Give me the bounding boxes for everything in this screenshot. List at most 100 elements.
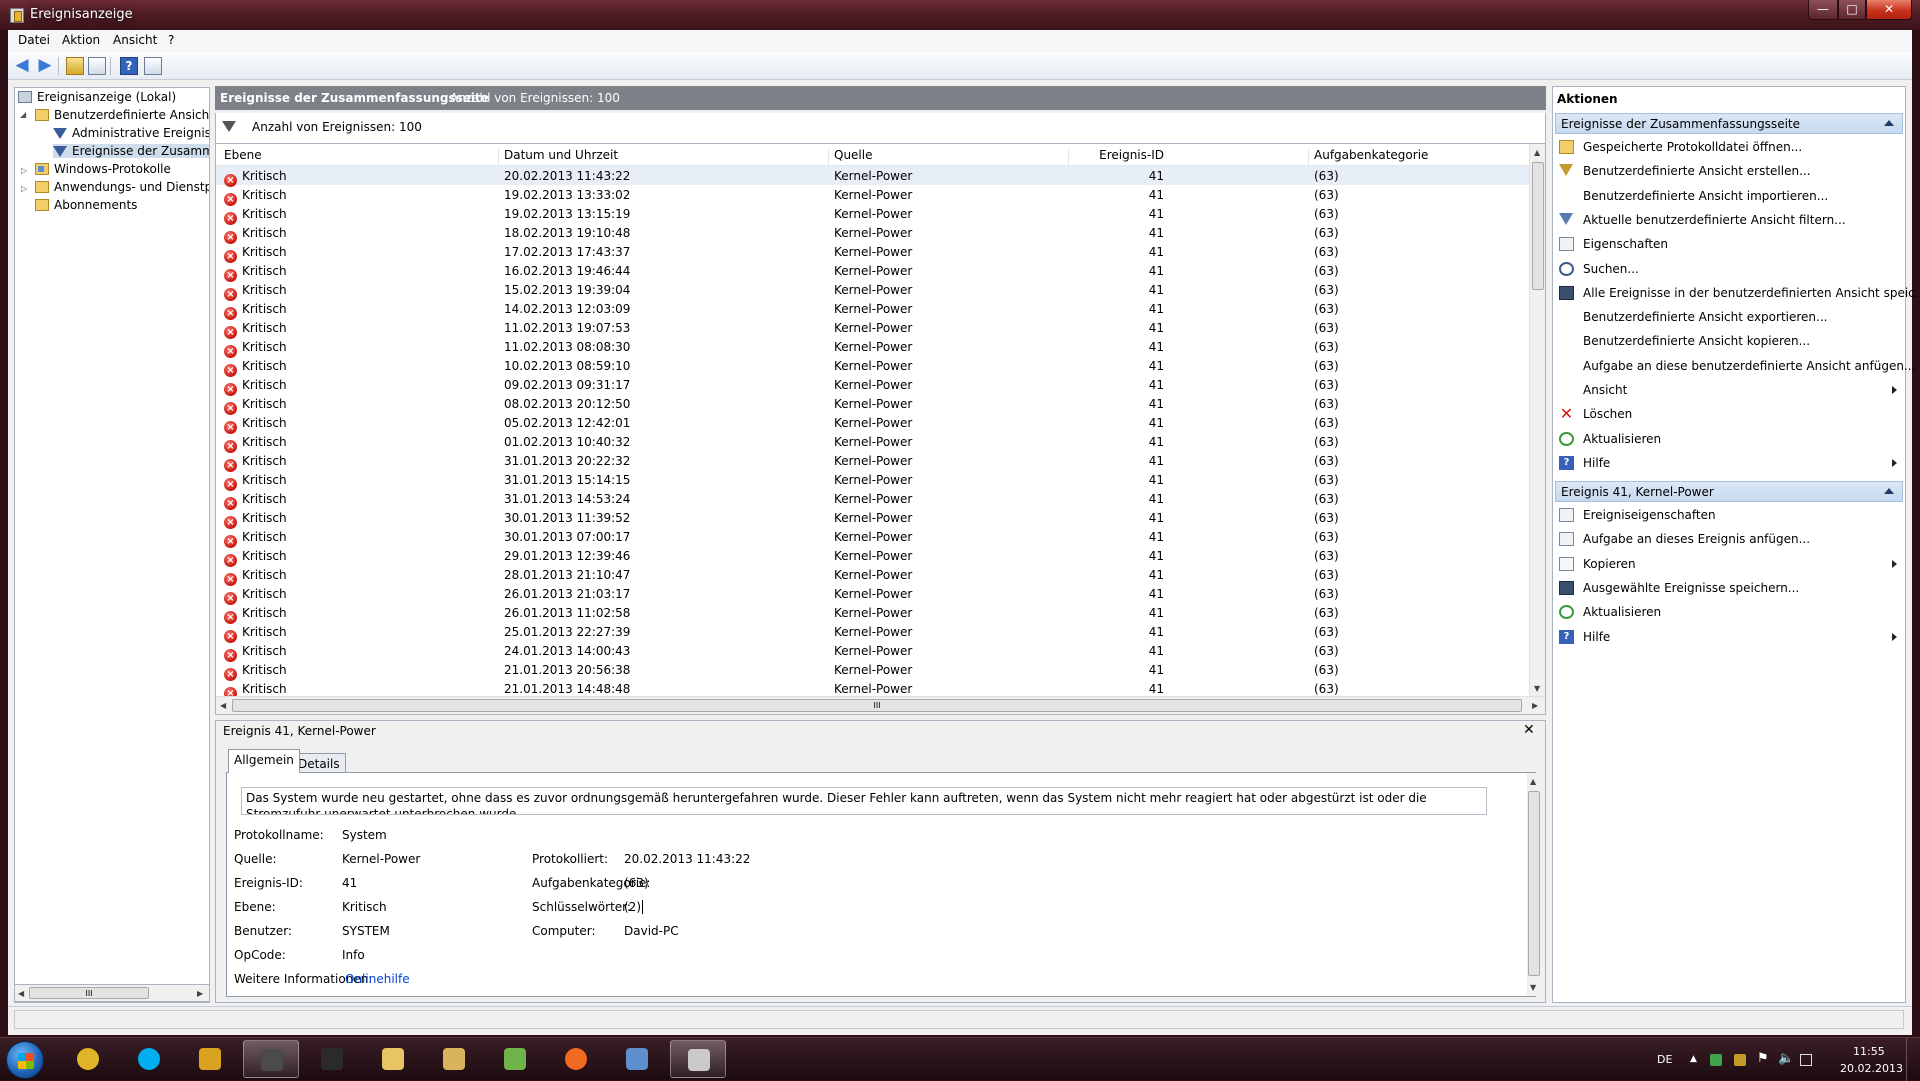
action-item[interactable]: Aktuelle benutzerdefinierte Ansicht filt… <box>1557 210 1901 230</box>
tree-horizontal-scrollbar[interactable]: ◀ III ▶ <box>14 984 210 1002</box>
tree-item-app-logs[interactable]: Anwendungs- und Dienstprotokolle <box>35 180 209 194</box>
table-row[interactable]: × Kritisch 31.01.2013 14:53:24 Kernel-Power… <box>216 489 1529 510</box>
scroll-right-icon[interactable]: ▶ <box>1532 701 1538 710</box>
scroll-left-icon[interactable]: ◀ <box>220 701 226 710</box>
action-item[interactable]: Benutzerdefinierte Ansicht importieren..… <box>1557 186 1901 206</box>
event-description[interactable]: Das System wurde neu gestartet, ohne das… <box>241 787 1487 815</box>
table-row[interactable]: × Kritisch 10.02.2013 08:59:10 Kernel-Power… <box>216 356 1529 377</box>
detail-vertical-scrollbar[interactable]: ▲ ▼ <box>1527 773 1541 996</box>
action-item[interactable]: Aktualisieren <box>1557 602 1901 622</box>
collapse-icon[interactable] <box>1884 120 1894 126</box>
column-header-date[interactable]: Datum und Uhrzeit <box>504 148 618 162</box>
event-list-vertical-scrollbar[interactable]: ▲ ▼ <box>1529 144 1545 696</box>
value-opcode[interactable]: Info <box>342 948 365 962</box>
action-item[interactable]: Benutzerdefinierte Ansicht erstellen... <box>1557 161 1901 181</box>
table-row[interactable]: × Kritisch 19.02.2013 13:15:19 Kernel-Power… <box>216 204 1529 225</box>
clock-date[interactable]: 20.02.2013 <box>1840 1062 1903 1075</box>
tree-item-admin-events[interactable]: Administrative Ereignisse <box>53 126 209 140</box>
table-row[interactable]: × Kritisch 05.02.2013 12:42:01 Kernel-Power… <box>216 413 1529 434</box>
table-row[interactable]: × Kritisch 15.02.2013 19:39:04 Kernel-Power… <box>216 280 1529 301</box>
online-help-link[interactable]: Onlinehilfe <box>345 972 410 986</box>
table-row[interactable]: × Kritisch 21.01.2013 20:56:38 Kernel-Power… <box>216 660 1529 681</box>
column-header-level[interactable]: Ebene <box>224 148 262 162</box>
tree-item-root[interactable]: Ereignisanzeige (Lokal) <box>18 90 176 104</box>
value-logged[interactable]: 20.02.2013 11:43:22 <box>624 852 750 866</box>
show-desktop-button[interactable] <box>1906 1038 1920 1081</box>
menu-aktion[interactable]: Aktion <box>62 33 100 47</box>
expand-icon[interactable]: ▷ <box>21 184 27 193</box>
action-item[interactable]: Aufgabe an diese benutzerdefinierte Ansi… <box>1557 356 1915 376</box>
table-row[interactable]: × Kritisch 08.02.2013 20:12:50 Kernel-Power… <box>216 394 1529 415</box>
maximize-button[interactable]: □ <box>1838 0 1866 20</box>
value-level[interactable]: Kritisch <box>342 900 387 914</box>
column-header-category[interactable]: Aufgabenkategorie <box>1314 148 1428 162</box>
expand-icon[interactable]: ▷ <box>21 166 27 175</box>
value-log-name[interactable]: System <box>342 828 387 842</box>
action-item[interactable]: Eigenschaften <box>1557 234 1901 254</box>
table-row[interactable]: × Kritisch 14.02.2013 12:03:09 Kernel-Power… <box>216 299 1529 320</box>
minimize-button[interactable]: — <box>1808 0 1838 20</box>
event-list-hscroll-thumb[interactable]: III <box>232 699 1522 712</box>
taskbar-button[interactable] <box>60 1040 116 1078</box>
taskbar-button[interactable] <box>426 1040 482 1078</box>
actions-section-summary[interactable]: Ereignisse der Zusammenfassungsseite <box>1555 113 1903 134</box>
action-item[interactable]: ✕ Löschen <box>1557 404 1901 424</box>
action-item[interactable]: Benutzerdefinierte Ansicht exportieren..… <box>1557 307 1901 327</box>
value-event-id[interactable]: 41 <box>342 876 357 890</box>
column-separator[interactable] <box>498 148 499 166</box>
column-separator[interactable] <box>828 148 829 166</box>
actions-section-event[interactable]: Ereignis 41, Kernel-Power <box>1555 481 1903 502</box>
language-indicator[interactable]: DE <box>1657 1053 1672 1066</box>
show-hide-actions-icon[interactable] <box>144 57 162 75</box>
table-row[interactable]: × Kritisch 19.02.2013 13:33:02 Kernel-Power… <box>216 185 1529 206</box>
help-icon[interactable]: ? <box>120 57 138 75</box>
taskbar-button[interactable] <box>304 1040 360 1078</box>
table-row[interactable]: × Kritisch 24.01.2013 14:00:43 Kernel-Power… <box>216 641 1529 662</box>
table-row[interactable]: × Kritisch 31.01.2013 15:14:15 Kernel-Power… <box>216 470 1529 491</box>
column-separator[interactable] <box>1308 148 1309 166</box>
tab-general[interactable]: Allgemein <box>228 749 300 773</box>
action-item[interactable]: Benutzerdefinierte Ansicht kopieren... <box>1557 331 1901 351</box>
taskbar-button[interactable] <box>548 1040 604 1078</box>
table-row[interactable]: × Kritisch 16.02.2013 19:46:44 Kernel-Power… <box>216 261 1529 282</box>
menu-ansicht[interactable]: Ansicht <box>113 33 157 47</box>
menu-help[interactable]: ? <box>168 33 174 47</box>
scroll-down-icon[interactable]: ▼ <box>1530 983 1536 992</box>
value-user[interactable]: SYSTEM <box>342 924 390 938</box>
tray-winamp-icon[interactable] <box>1734 1054 1746 1066</box>
network-icon[interactable] <box>1800 1054 1812 1066</box>
scroll-left-icon[interactable]: ◀ <box>18 989 24 998</box>
table-row[interactable]: × Kritisch 20.02.2013 11:43:22 Kernel-Power… <box>216 166 1529 187</box>
tray-app-icon[interactable] <box>1710 1054 1722 1066</box>
detail-scroll-thumb[interactable] <box>1528 791 1540 976</box>
volume-icon[interactable]: 🔈 <box>1778 1051 1794 1066</box>
action-item[interactable]: ? Hilfe <box>1557 453 1901 473</box>
event-list-horizontal-scrollbar[interactable]: ◀ III ▶ <box>216 696 1545 714</box>
tree-item-subscriptions[interactable]: Abonnements <box>35 198 137 212</box>
table-row[interactable]: × Kritisch 17.02.2013 17:43:37 Kernel-Power… <box>216 242 1529 263</box>
tree-item-windows-logs[interactable]: Windows-Protokolle <box>35 162 171 176</box>
title-bar[interactable]: Ereignisanzeige — □ ✕ <box>0 0 1920 30</box>
action-item[interactable]: Kopieren <box>1557 554 1901 574</box>
action-item[interactable]: Ereigniseigenschaften <box>1557 505 1901 525</box>
show-hidden-icons-icon[interactable]: ▲ <box>1690 1054 1697 1064</box>
scroll-right-icon[interactable]: ▶ <box>197 989 203 998</box>
start-button[interactable] <box>6 1041 44 1079</box>
forward-icon[interactable]: ▶ <box>36 57 54 75</box>
table-row[interactable]: × Kritisch 11.02.2013 19:07:53 Kernel-Power… <box>216 318 1529 339</box>
action-item[interactable]: Alle Ereignisse in der benutzerdefiniert… <box>1557 283 1920 303</box>
table-row[interactable]: × Kritisch 31.01.2013 20:22:32 Kernel-Power… <box>216 451 1529 472</box>
table-row[interactable]: × Kritisch 30.01.2013 07:00:17 Kernel-Power… <box>216 527 1529 548</box>
table-row[interactable]: × Kritisch 09.02.2013 09:31:17 Kernel-Power… <box>216 375 1529 396</box>
back-icon[interactable]: ◀ <box>13 57 31 75</box>
action-item[interactable]: Aktualisieren <box>1557 429 1901 449</box>
detail-close-button[interactable]: ✕ <box>1523 722 1535 738</box>
scroll-up-icon[interactable]: ▲ <box>1530 777 1536 786</box>
tree-item-custom-views[interactable]: Benutzerdefinierte Ansichten <box>35 108 209 122</box>
column-header-source[interactable]: Quelle <box>834 148 872 162</box>
table-row[interactable]: × Kritisch 28.01.2013 21:10:47 Kernel-Power… <box>216 565 1529 586</box>
taskbar-button[interactable] <box>365 1040 421 1078</box>
column-header-event-id[interactable]: Ereignis-ID <box>1074 148 1164 162</box>
scroll-up-icon[interactable]: ▲ <box>1534 148 1540 157</box>
value-keywords[interactable]: (2) <box>624 900 643 914</box>
